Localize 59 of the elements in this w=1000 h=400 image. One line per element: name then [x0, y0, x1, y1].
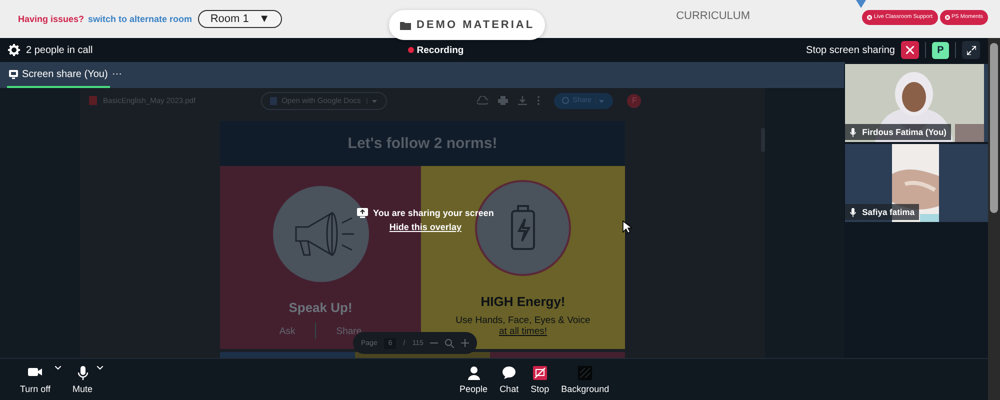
- more-options-icon: [536, 96, 540, 105]
- hide-overlay-link[interactable]: Hide this overlay: [389, 222, 462, 232]
- recording-dot: [408, 47, 414, 53]
- background-control[interactable]: Background: [561, 366, 610, 394]
- stop-sharing-label: Stop screen sharing: [806, 44, 895, 56]
- download-icon: [518, 96, 527, 105]
- slide-heading: HIGH Energy!: [480, 294, 566, 309]
- overlay-message: You are sharing your screen: [373, 208, 494, 218]
- close-button[interactable]: [901, 41, 919, 59]
- slide-text: Ask: [279, 326, 296, 336]
- microphone-icon: [850, 208, 856, 216]
- camera-control[interactable]: Turn off: [20, 366, 51, 394]
- stop-control[interactable]: Stop: [530, 366, 550, 394]
- people-count: 2 people in call: [26, 44, 93, 56]
- caret-icon: ▼: [258, 13, 270, 25]
- caret-icon: [366, 98, 378, 104]
- caret-icon: [54, 366, 61, 370]
- slide-heading: Speak Up!: [288, 300, 352, 315]
- globe-icon: [562, 97, 569, 104]
- scrollbar-thumb[interactable]: [990, 43, 998, 213]
- mic-control[interactable]: Mute: [72, 366, 93, 394]
- curriculum-tab[interactable]: CURRICULUM: [676, 10, 750, 22]
- close-icon: [944, 14, 950, 20]
- people-control[interactable]: People: [460, 366, 488, 394]
- recording-label: Recording: [416, 44, 464, 56]
- user-avatar[interactable]: P: [932, 42, 949, 58]
- issue-label: Having issues?: [18, 14, 84, 24]
- search-icon: [445, 338, 454, 348]
- switch-room-link[interactable]: switch to alternate room: [88, 14, 192, 24]
- more-options-icon[interactable]: ⋯: [110, 62, 124, 88]
- caret-icon: [96, 366, 103, 370]
- close-icon: [866, 14, 872, 20]
- screen-share-icon: [9, 70, 18, 78]
- chat-bubble-icon: [502, 366, 516, 380]
- folder-icon: [400, 20, 411, 30]
- room-select[interactable]: Room 1 ▼: [198, 10, 282, 28]
- battery-icon: [510, 205, 536, 251]
- slide-title: Let's follow 2 norms!: [220, 121, 625, 166]
- slide-text: Use Hands, Face, Eyes & Voice: [456, 315, 590, 326]
- zoom-in-icon: [461, 339, 470, 347]
- participant-name: Firdous Fatima (You): [862, 127, 947, 137]
- cursor-icon: [622, 220, 632, 234]
- person-icon: [466, 366, 481, 380]
- pointer-icon: [856, 0, 866, 8]
- microphone-icon: [850, 128, 856, 136]
- caret-icon: [595, 98, 606, 104]
- cloud-icon: [476, 96, 488, 105]
- screen-share-icon: [357, 208, 368, 218]
- settings-icon: [8, 44, 20, 56]
- stop-share-icon: [532, 366, 547, 380]
- microphone-icon: [76, 366, 90, 380]
- participant-name: Safiya fatima: [862, 207, 915, 217]
- close-icon: [906, 46, 914, 54]
- demo-material-button[interactable]: DEMO MATERIAL: [389, 10, 546, 40]
- background-icon: [578, 366, 592, 380]
- slide-text: Share: [336, 326, 362, 336]
- fullscreen-button[interactable]: [962, 41, 980, 59]
- chat-control[interactable]: Chat: [500, 366, 519, 394]
- fullscreen-icon: [966, 46, 976, 54]
